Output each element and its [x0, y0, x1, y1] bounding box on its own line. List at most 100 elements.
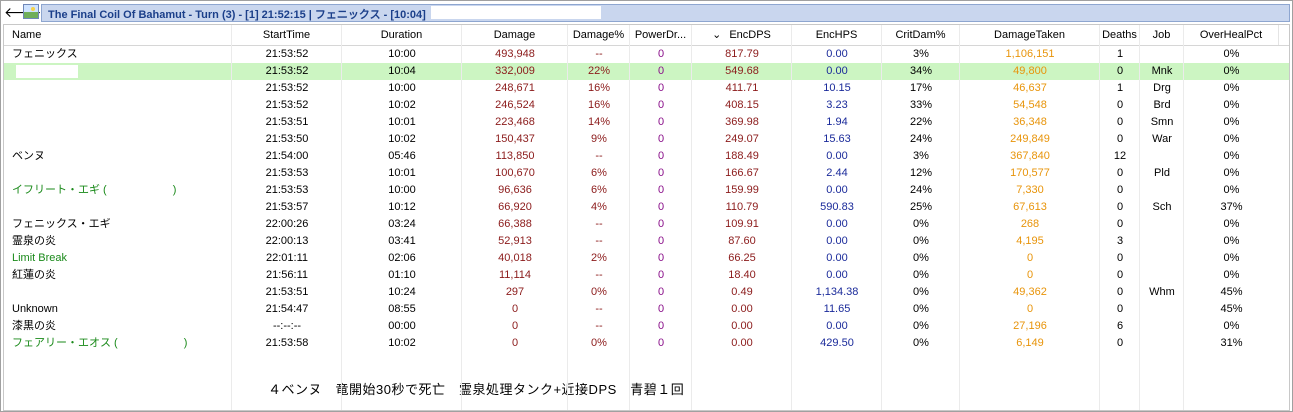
cell-pd: 0: [657, 116, 665, 128]
cell-duration: 05:46: [388, 150, 416, 162]
table-row[interactable]: 紅蓮の炎 21:56:11 01:10 11,114 -- 0 18.40 0.00 0% 0 0 0…: [4, 267, 1289, 284]
table-row[interactable]: 21:53:52 10:02 246,524 16% 0 408.15 3.23 33% 54,…: [4, 97, 1289, 114]
cell-dmgpct: 16%: [587, 82, 611, 94]
table-row[interactable]: 21:53:51 10:01 223,468 14% 0 369.98 1.94 22% 36,…: [4, 114, 1289, 131]
table-row[interactable]: 霊泉の炎 22:00:13 03:41 52,913 -- 0 87.60 0.00 0% 4,1…: [4, 233, 1289, 250]
column-header-ohp[interactable]: OverHealPct: [1184, 25, 1279, 45]
table-row[interactable]: 漆黒の炎 --:--:-- 00:00 0 -- 0 0.00 0.00 0% 27,196 6 0%: [4, 318, 1289, 335]
table-row[interactable]: 21:53:52 10:04 332,009 22% 0 549.68 0.00 34% 49,…: [4, 63, 1289, 80]
cell-ohp: 0%: [1223, 167, 1240, 179]
cell-name: Limit Break: [4, 250, 240, 267]
table-row[interactable]: イフリート・エギ () 21:53:53 10:00 96,636 6% 0 159.99 0…: [4, 182, 1289, 199]
column-header-deaths[interactable]: Deaths: [1100, 25, 1140, 45]
cell-dmgpct: 6%: [591, 184, 607, 196]
cell-job: [1140, 233, 1184, 250]
column-divider: [1183, 25, 1184, 410]
cell-enchps: 429.50: [820, 337, 854, 349]
column-header-name[interactable]: Name: [4, 25, 232, 45]
table-row[interactable]: 21:53:53 10:01 100,670 6% 0 166.67 2.44 12% 170,…: [4, 165, 1289, 182]
table-row[interactable]: フェアリー・エオス () 21:53:58 10:02 0 0% 0 0.00 429.50 0…: [4, 335, 1289, 352]
cell-enchps: 0.00: [826, 150, 848, 162]
column-header-damage[interactable]: Damage: [462, 25, 568, 45]
cell-taken: 27,196: [1013, 320, 1047, 332]
cell-taken: 46,637: [1013, 82, 1047, 94]
combatant-name: フェアリー・エオス (: [12, 337, 118, 349]
cell-start: 21:53:52: [265, 99, 309, 111]
cell-taken: 7,330: [1016, 184, 1044, 196]
cell-deaths: 0: [1116, 337, 1124, 349]
picture-icon[interactable]: [23, 4, 39, 19]
cell-dmgpct: --: [595, 269, 603, 281]
cell-start: 22:01:11: [265, 252, 308, 264]
column-header-encdps[interactable]: ⌄ EncDPS: [692, 25, 792, 45]
cell-damage: 100,670: [495, 167, 535, 179]
cell-ohp: 0%: [1223, 218, 1240, 230]
back-arrow-icon[interactable]: 🡐: [4, 4, 42, 20]
cell-duration: 10:00: [388, 48, 416, 60]
cell-duration: 10:01: [388, 116, 416, 128]
column-header-enchps[interactable]: EncHPS: [792, 25, 882, 45]
cell-dmgpct: 2%: [591, 252, 607, 264]
cell-name: [4, 131, 240, 148]
cell-name: 紅蓮の炎: [4, 267, 240, 284]
cell-name: [4, 199, 240, 216]
column-header-taken[interactable]: DamageTaken: [960, 25, 1100, 45]
cell-duration: 08:55: [388, 303, 416, 315]
table-row[interactable]: 21:53:57 10:12 66,920 4% 0 110.79 590.83 25% 67,…: [4, 199, 1289, 216]
combatant-name: イフリート・エギ (: [12, 184, 107, 196]
cell-encdps: 549.68: [725, 65, 759, 77]
cell-taken: 249,849: [1010, 133, 1050, 145]
column-header-label: EncHPS: [815, 29, 858, 41]
cell-taken: 49,800: [1013, 65, 1047, 77]
column-header-job[interactable]: Job: [1140, 25, 1184, 45]
table-row[interactable]: フェニックス 21:53:52 10:00 493,948 -- 0 817.79 0.00 3…: [4, 46, 1289, 63]
cell-crit: 0%: [913, 286, 929, 298]
cell-dmgpct: --: [595, 320, 603, 332]
cell-taken: 6,149: [1016, 337, 1044, 349]
column-header-crit[interactable]: CritDam%: [882, 25, 960, 45]
cell-deaths: 12: [1113, 150, 1127, 162]
column-header-label: PowerDr...: [634, 29, 687, 41]
table-row[interactable]: フェニックス・エギ 22:00:26 03:24 66,388 -- 0 109.91 0.0…: [4, 216, 1289, 233]
cell-crit: 33%: [909, 99, 933, 111]
cell-crit: 22%: [909, 116, 933, 128]
column-header-dmgpct[interactable]: Damage%: [568, 25, 630, 45]
cell-encdps: 18.40: [728, 269, 756, 281]
cell-pd: 0: [657, 167, 665, 179]
cell-duration: 10:02: [388, 99, 416, 111]
column-divider: [567, 25, 568, 410]
cell-crit: 34%: [909, 65, 933, 77]
redacted-owner-name: [118, 338, 184, 349]
cell-start: 21:53:51: [265, 116, 309, 128]
cell-deaths: 0: [1116, 65, 1124, 77]
table-row[interactable]: Limit Break 22:01:11 02:06 40,018 2% 0 66.25 0.…: [4, 250, 1289, 267]
cell-taken: 367,840: [1010, 150, 1050, 162]
cell-dmgpct: 16%: [587, 99, 611, 111]
table-row[interactable]: Unknown 21:54:47 08:55 0 -- 0 0.00 11.65 0% 0 0 45%: [4, 301, 1289, 318]
cell-deaths: 1: [1116, 48, 1124, 60]
cell-job: Smn: [1150, 116, 1174, 128]
table-row[interactable]: 21:53:52 10:00 248,671 16% 0 411.71 10.15 17% 46…: [4, 80, 1289, 97]
cell-taken: 170,577: [1010, 167, 1050, 179]
table-row[interactable]: ベンヌ 21:54:00 05:46 113,850 -- 0 188.49 0.00 3% 36…: [4, 148, 1289, 165]
cell-start: 21:54:47: [265, 303, 309, 315]
cell-dmgpct: 14%: [587, 116, 611, 128]
cell-pd: 0: [657, 65, 665, 77]
cell-job: Drg: [1153, 82, 1171, 94]
column-header-duration[interactable]: Duration: [342, 25, 462, 45]
cell-pd: 0: [657, 201, 665, 213]
column-header-pd[interactable]: PowerDr...: [630, 25, 692, 45]
combatant-name: ベンヌ: [12, 150, 45, 162]
table-row[interactable]: 21:53:51 10:24 297 0% 0 0.49 1,134.38 0% 49,362 0…: [4, 284, 1289, 301]
table-row[interactable]: 21:53:50 10:02 150,437 9% 0 249.07 15.63 24% 249…: [4, 131, 1289, 148]
cell-job: [1140, 250, 1184, 267]
column-divider: [691, 25, 692, 410]
cell-enchps: 0.00: [826, 218, 848, 230]
cell-encdps: 109.91: [725, 218, 759, 230]
cell-enchps: 0.00: [826, 252, 848, 264]
column-header-start[interactable]: StartTime: [232, 25, 342, 45]
cell-job: Mnk: [1151, 65, 1173, 77]
cell-enchps: 0.00: [826, 269, 848, 281]
cell-ohp: 0%: [1223, 150, 1240, 162]
cell-taken: 36,348: [1013, 116, 1047, 128]
